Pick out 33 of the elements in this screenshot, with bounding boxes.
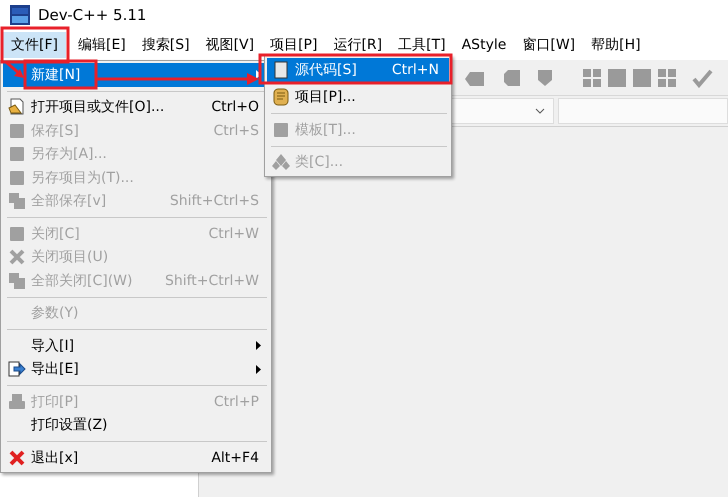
menu-item[interactable]: 退出[x] Alt+F4 <box>3 446 269 470</box>
project-icon <box>272 88 290 106</box>
menu-bar-item[interactable]: 文件[F] <box>3 32 66 58</box>
menu-item[interactable]: 打开项目或文件[O]... Ctrl+O <box>3 96 269 119</box>
menu-bar-item[interactable]: 帮助[H] <box>583 32 649 58</box>
export-icon <box>8 360 26 378</box>
menu-item[interactable]: 项目[P]... <box>267 86 449 109</box>
menu-bar-item[interactable]: 编辑[E] <box>70 32 134 58</box>
printer-icon <box>8 392 26 411</box>
menu-bar-item[interactable]: 运行[R] <box>325 32 390 58</box>
disks-icon <box>8 192 26 210</box>
disks-icon <box>8 272 26 290</box>
highlight-frame <box>0 26 70 64</box>
input-field[interactable] <box>558 98 728 124</box>
cross-icon <box>8 448 26 467</box>
app-icon <box>10 5 30 25</box>
menu-bar-item[interactable]: AStyle <box>454 32 514 58</box>
menu-bar-item[interactable]: 项目[P] <box>262 32 326 58</box>
menu-item[interactable]: 导入[I] <box>3 334 269 358</box>
chevron-down-icon <box>535 108 545 114</box>
menu-bar-item[interactable]: 窗口[W] <box>514 32 584 58</box>
cross-icon <box>8 248 26 266</box>
menu-bar-item[interactable]: 工具[T] <box>390 32 454 58</box>
menu-item[interactable]: 源代码[S] Ctrl+N <box>267 58 449 82</box>
arrow <box>5 60 24 78</box>
menu-bar-item[interactable]: 视图[V] <box>198 32 262 58</box>
menu-item[interactable]: 导出[E] <box>3 358 269 381</box>
page-icon <box>272 60 290 79</box>
menu-bar-item[interactable]: 搜索[S] <box>134 32 198 58</box>
window-title: Dev-C++ 5.11 <box>38 6 146 24</box>
shapes-icon <box>272 153 290 172</box>
open-file-icon <box>8 98 26 116</box>
menu-item[interactable]: 打印设置(Z) <box>3 414 269 437</box>
